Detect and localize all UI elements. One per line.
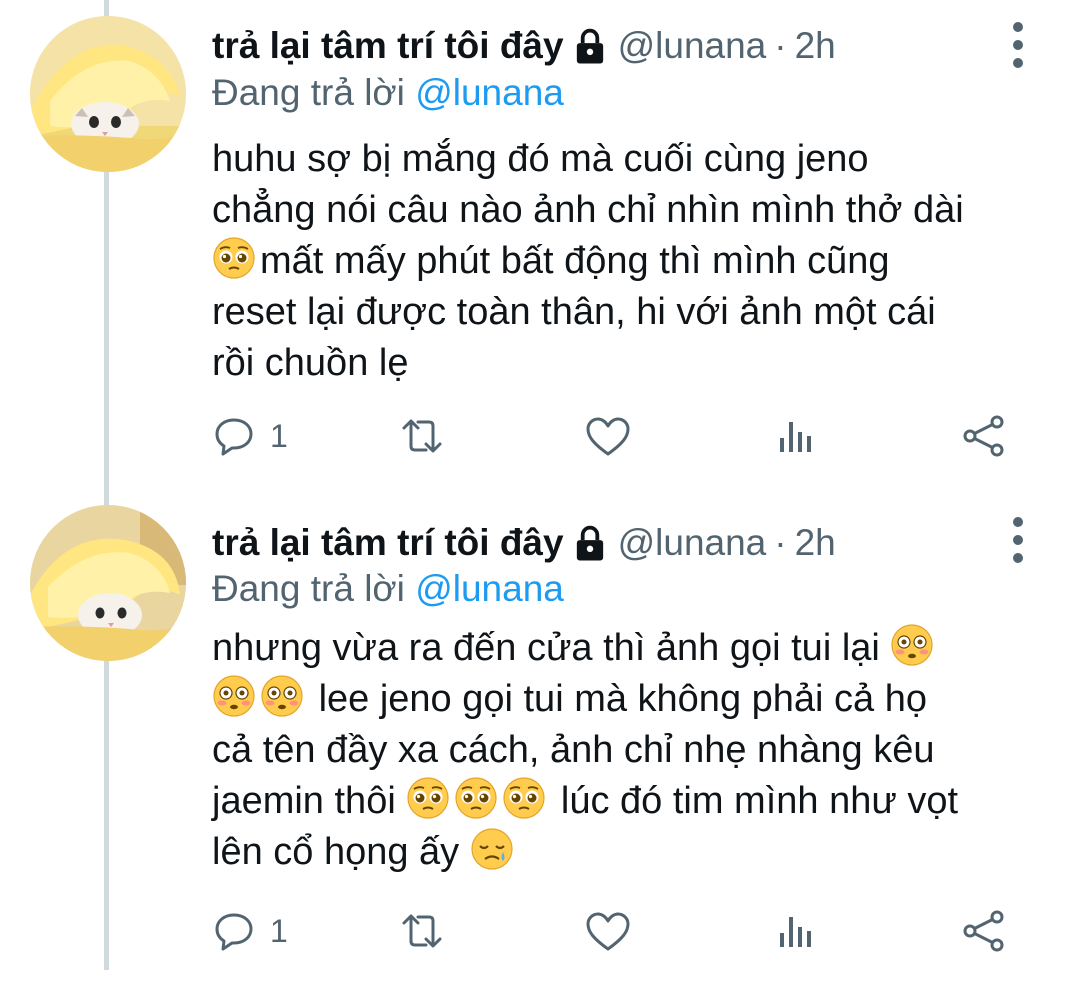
pleading-face-emoji — [406, 776, 450, 820]
author-name[interactable]: trả lại tâm trí tôi đây — [212, 522, 564, 564]
text-line-with-emoji: lee jeno gọi tui mà không phải cả họ — [212, 674, 1042, 725]
timestamp[interactable]: 2h — [795, 25, 836, 67]
text-line: chẳng nói câu nào ảnh chỉ nhìn mình thở … — [212, 189, 964, 231]
analytics-icon — [774, 909, 818, 953]
share-icon — [960, 907, 1008, 955]
heart-icon — [584, 414, 632, 458]
timestamp[interactable]: 2h — [795, 522, 836, 564]
reply-icon — [212, 414, 256, 458]
tweet[interactable]: trả lại tâm trí tôi đây @lunana · 2h Đan… — [0, 495, 1080, 990]
retweet-icon — [396, 414, 448, 458]
text-segment: nhưng vừa ra đến cửa thì ảnh gọi tui lại — [212, 627, 880, 669]
replying-to: Đang trả lời @lunana — [212, 72, 564, 114]
reply-button[interactable]: 1 — [212, 410, 288, 462]
crying-face-emoji — [470, 827, 514, 871]
share-button[interactable] — [960, 410, 1008, 462]
tweet[interactable]: trả lại tâm trí tôi đây @lunana · 2h Đan… — [0, 0, 1080, 495]
pleading-face-emoji — [454, 776, 498, 820]
share-icon — [960, 412, 1008, 460]
avatar[interactable] — [30, 16, 186, 172]
text-line-with-emoji: lên cổ họng ấy — [212, 827, 1042, 878]
share-button[interactable] — [960, 905, 1008, 957]
more-vertical-icon[interactable] — [1008, 517, 1028, 563]
text-segment: jaemin thôi — [212, 780, 396, 822]
reply-button[interactable]: 1 — [212, 905, 288, 957]
author-handle[interactable]: @lunana — [618, 522, 767, 564]
reply-count: 1 — [270, 912, 288, 949]
text-line: reset lại được toàn thân, hi với ảnh một… — [212, 291, 936, 333]
author-name[interactable]: trả lại tâm trí tôi đây — [212, 25, 564, 67]
like-button[interactable] — [584, 905, 632, 957]
tweet-actions: 1 — [212, 905, 1012, 957]
replying-to: Đang trả lời @lunana — [212, 568, 564, 610]
text-segment: lúc đó tim mình như vọt — [560, 780, 959, 822]
tweet-text: huhu sợ bị mắng đó mà cuối cùng jeno chẳ… — [212, 134, 1042, 389]
lock-icon — [572, 27, 608, 65]
flushed-face-emoji — [260, 674, 304, 718]
retweet-button[interactable] — [396, 410, 448, 462]
author-handle[interactable]: @lunana — [618, 25, 767, 67]
tweet-actions: 1 — [212, 410, 1012, 462]
reply-icon — [212, 909, 256, 953]
tweet-header: trả lại tâm trí tôi đây @lunana · 2h — [212, 517, 836, 569]
tweet-text: nhưng vừa ra đến cửa thì ảnh gọi tui lại — [212, 623, 1042, 878]
analytics-icon — [774, 414, 818, 458]
replying-prefix: Đang trả lời — [212, 568, 405, 609]
flushed-face-emoji — [890, 623, 934, 667]
heart-icon — [584, 909, 632, 953]
text-line: cả tên đầy xa cách, ảnh chỉ nhẹ nhàng kê… — [212, 729, 935, 771]
text-line-with-emoji: nhưng vừa ra đến cửa thì ảnh gọi tui lại — [212, 623, 1042, 674]
more-vertical-icon[interactable] — [1008, 22, 1028, 68]
separator: · — [774, 25, 787, 66]
text-line: huhu sợ bị mắng đó mà cuối cùng jeno — [212, 138, 869, 180]
flushed-face-emoji — [212, 674, 256, 718]
replying-prefix: Đang trả lời — [212, 72, 405, 113]
analytics-button[interactable] — [774, 410, 818, 462]
like-button[interactable] — [584, 410, 632, 462]
avatar[interactable] — [30, 505, 186, 661]
separator: · — [774, 522, 787, 563]
text-line: rồi chuồn lẹ — [212, 342, 409, 384]
text-line-with-emoji: jaemin thôi lúc đó tim mình như vọt — [212, 776, 1042, 827]
reply-count: 1 — [270, 417, 288, 454]
lock-icon — [572, 524, 608, 562]
text-segment: lên cổ họng ấy — [212, 831, 460, 873]
replying-mention[interactable]: @lunana — [415, 72, 564, 113]
pleading-face-emoji — [502, 776, 546, 820]
analytics-button[interactable] — [774, 905, 818, 957]
pleading-face-emoji — [212, 236, 256, 280]
text-segment: mất mấy phút bất động thì mình cũng — [260, 240, 890, 282]
tweet-header: trả lại tâm trí tôi đây @lunana · 2h — [212, 20, 836, 72]
retweet-icon — [396, 909, 448, 953]
retweet-button[interactable] — [396, 905, 448, 957]
text-segment: lee jeno gọi tui mà không phải cả họ — [318, 678, 927, 720]
text-line-with-emoji: mất mấy phút bất động thì mình cũng — [212, 236, 1042, 287]
replying-mention[interactable]: @lunana — [415, 568, 564, 609]
